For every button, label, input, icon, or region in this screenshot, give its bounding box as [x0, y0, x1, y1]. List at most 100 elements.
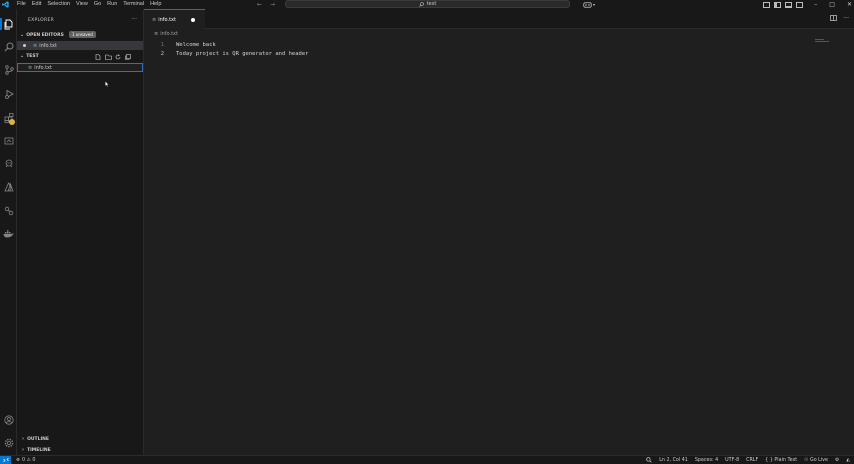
- unsaved-dot-icon[interactable]: [191, 18, 195, 22]
- extensions-icon[interactable]: [0, 110, 17, 126]
- menu-view[interactable]: View: [73, 0, 91, 9]
- close-icon[interactable]: ✕: [847, 1, 852, 8]
- folder-filename: info.txt: [34, 64, 52, 71]
- outline-section-header[interactable]: › OUTLINE: [22, 436, 49, 442]
- indentation[interactable]: Spaces: 4: [695, 458, 718, 463]
- language-mode[interactable]: { } Plain Text: [765, 458, 797, 463]
- copilot-icon[interactable]: ▾: [583, 0, 595, 9]
- code-line: 2 Today project is QR generator and head…: [144, 49, 309, 58]
- maximize-icon[interactable]: □: [829, 1, 835, 8]
- chevron-right-icon: ›: [22, 447, 25, 453]
- split-editor-icon[interactable]: [830, 15, 838, 23]
- docker-icon[interactable]: [0, 226, 17, 242]
- go-live-button[interactable]: ☉ Go Live: [804, 458, 828, 463]
- chevron-down-icon: ⌄: [20, 32, 25, 38]
- minimize-icon[interactable]: –: [814, 1, 817, 8]
- azure-icon[interactable]: [0, 179, 17, 195]
- customize-layout-icon[interactable]: [763, 1, 770, 8]
- open-editor-item[interactable]: ≡ info.txt: [17, 41, 143, 50]
- refresh-icon[interactable]: [114, 53, 122, 60]
- explorer-icon[interactable]: [0, 16, 17, 32]
- unsaved-count-badge: 1 unsaved: [69, 31, 96, 38]
- status-bar-right: Ln 2, Col 41 Spaces: 4 UTF-8 CRLF { } Pl…: [646, 456, 850, 464]
- menu-run[interactable]: Run: [104, 0, 120, 9]
- title-bar: File Edit Selection View Go Run Terminal…: [0, 0, 854, 9]
- code-line: 1 Welcome back: [144, 40, 216, 49]
- back-arrow-icon[interactable]: ←: [257, 1, 262, 8]
- go-live-label: Go Live: [810, 458, 828, 463]
- navigation-arrows: ← →: [257, 0, 275, 9]
- forward-arrow-icon[interactable]: →: [270, 1, 275, 8]
- window-controls: – □ ✕: [814, 0, 852, 9]
- problems-count: 0 ⚠ 0: [22, 457, 36, 463]
- breadcrumb[interactable]: ≡ info.txt: [154, 31, 178, 37]
- problems-indicator[interactable]: ⊗ 0 ⚠ 0: [16, 458, 36, 463]
- encoding[interactable]: UTF-8: [725, 458, 739, 463]
- text-file-icon: ≡: [152, 16, 157, 23]
- unsaved-dot-icon[interactable]: [22, 44, 26, 47]
- breadcrumb-filename: info.txt: [160, 31, 178, 37]
- line-text: Welcome back: [176, 41, 216, 48]
- activity-bar: [0, 9, 17, 455]
- editor-area[interactable]: 1 Welcome back 2 Today project is QR gen…: [144, 29, 854, 455]
- toggle-secondary-sidebar-icon[interactable]: [796, 1, 803, 8]
- command-center-search[interactable]: test: [285, 0, 570, 8]
- github-copilot-chat-icon[interactable]: [0, 156, 17, 172]
- menu-go[interactable]: Go: [91, 0, 104, 9]
- toggle-panel-icon[interactable]: [785, 1, 792, 8]
- line-text: Today project is QR generator and header: [176, 50, 309, 57]
- accounts-icon[interactable]: [0, 412, 17, 428]
- settings-gear-icon[interactable]: [0, 435, 17, 451]
- new-folder-icon[interactable]: [104, 53, 112, 60]
- end-of-line[interactable]: CRLF: [746, 458, 758, 463]
- timeline-section-header[interactable]: › TIMELINE: [22, 447, 51, 453]
- minimap[interactable]: [815, 39, 829, 42]
- folder-header[interactable]: ⌄ TEST: [20, 53, 39, 59]
- cursor-position[interactable]: Ln 2, Col 41: [659, 458, 688, 463]
- remote-explorer-icon[interactable]: [0, 133, 17, 149]
- open-editors-header[interactable]: ⌄ OPEN EDITORS: [20, 32, 64, 38]
- more-actions-icon[interactable]: ···: [131, 16, 137, 23]
- menu-help[interactable]: Help: [147, 0, 164, 9]
- menu-selection[interactable]: Selection: [44, 0, 73, 9]
- zoom-icon[interactable]: [646, 456, 652, 464]
- language-label: Plain Text: [774, 458, 798, 463]
- error-icon: ⊗: [16, 457, 21, 463]
- collapse-all-icon[interactable]: [124, 53, 132, 60]
- toggle-primary-sidebar-icon[interactable]: [774, 1, 781, 8]
- open-editors-label: OPEN EDITORS: [26, 32, 64, 38]
- run-debug-icon[interactable]: [0, 86, 17, 102]
- mouse-pointer-icon: [105, 80, 109, 89]
- explorer-title: EXPLORER: [28, 18, 55, 23]
- menu-file[interactable]: File: [14, 0, 29, 9]
- text-file-icon: ≡: [33, 42, 38, 49]
- chevron-down-icon: ⌄: [20, 53, 25, 59]
- folder-label: TEST: [26, 53, 39, 59]
- editor-more-actions-icon[interactable]: ···: [843, 15, 849, 23]
- live-share-icon[interactable]: [0, 203, 17, 219]
- update-badge-icon: [9, 119, 15, 125]
- editor-actions: ···: [830, 15, 849, 23]
- line-number: 1: [160, 41, 164, 48]
- vscode-logo-icon: [1, 1, 9, 9]
- chevron-right-icon: ›: [22, 436, 25, 442]
- timeline-label: TIMELINE: [27, 447, 51, 453]
- tab-label: info.txt: [158, 16, 176, 23]
- menu-bar: File Edit Selection View Go Run Terminal…: [14, 0, 164, 9]
- search-icon[interactable]: [0, 39, 17, 55]
- menu-edit[interactable]: Edit: [29, 0, 44, 9]
- notifications-bell-icon[interactable]: ◭: [846, 458, 850, 463]
- copilot-status-icon[interactable]: ⚙: [835, 458, 839, 463]
- status-bar: ⊗ 0 ⚠ 0 Ln 2, Col 41 Spaces: 4 UTF-8 CRL…: [0, 455, 854, 464]
- folder-file-item[interactable]: ≡ info.txt: [17, 63, 143, 72]
- command-center-text: test: [426, 1, 437, 7]
- explorer-sidebar: EXPLORER ··· ⌄ OPEN EDITORS 1 unsaved ≡ …: [17, 9, 144, 455]
- remote-indicator-icon[interactable]: [0, 455, 11, 464]
- line-number: 2: [160, 50, 164, 57]
- menu-terminal[interactable]: Terminal: [120, 0, 147, 9]
- new-file-icon[interactable]: [94, 53, 102, 60]
- text-file-icon: ≡: [154, 31, 159, 37]
- source-control-icon[interactable]: [0, 62, 17, 78]
- text-file-icon: ≡: [28, 64, 33, 71]
- tab-info-txt[interactable]: ≡ info.txt: [144, 9, 205, 29]
